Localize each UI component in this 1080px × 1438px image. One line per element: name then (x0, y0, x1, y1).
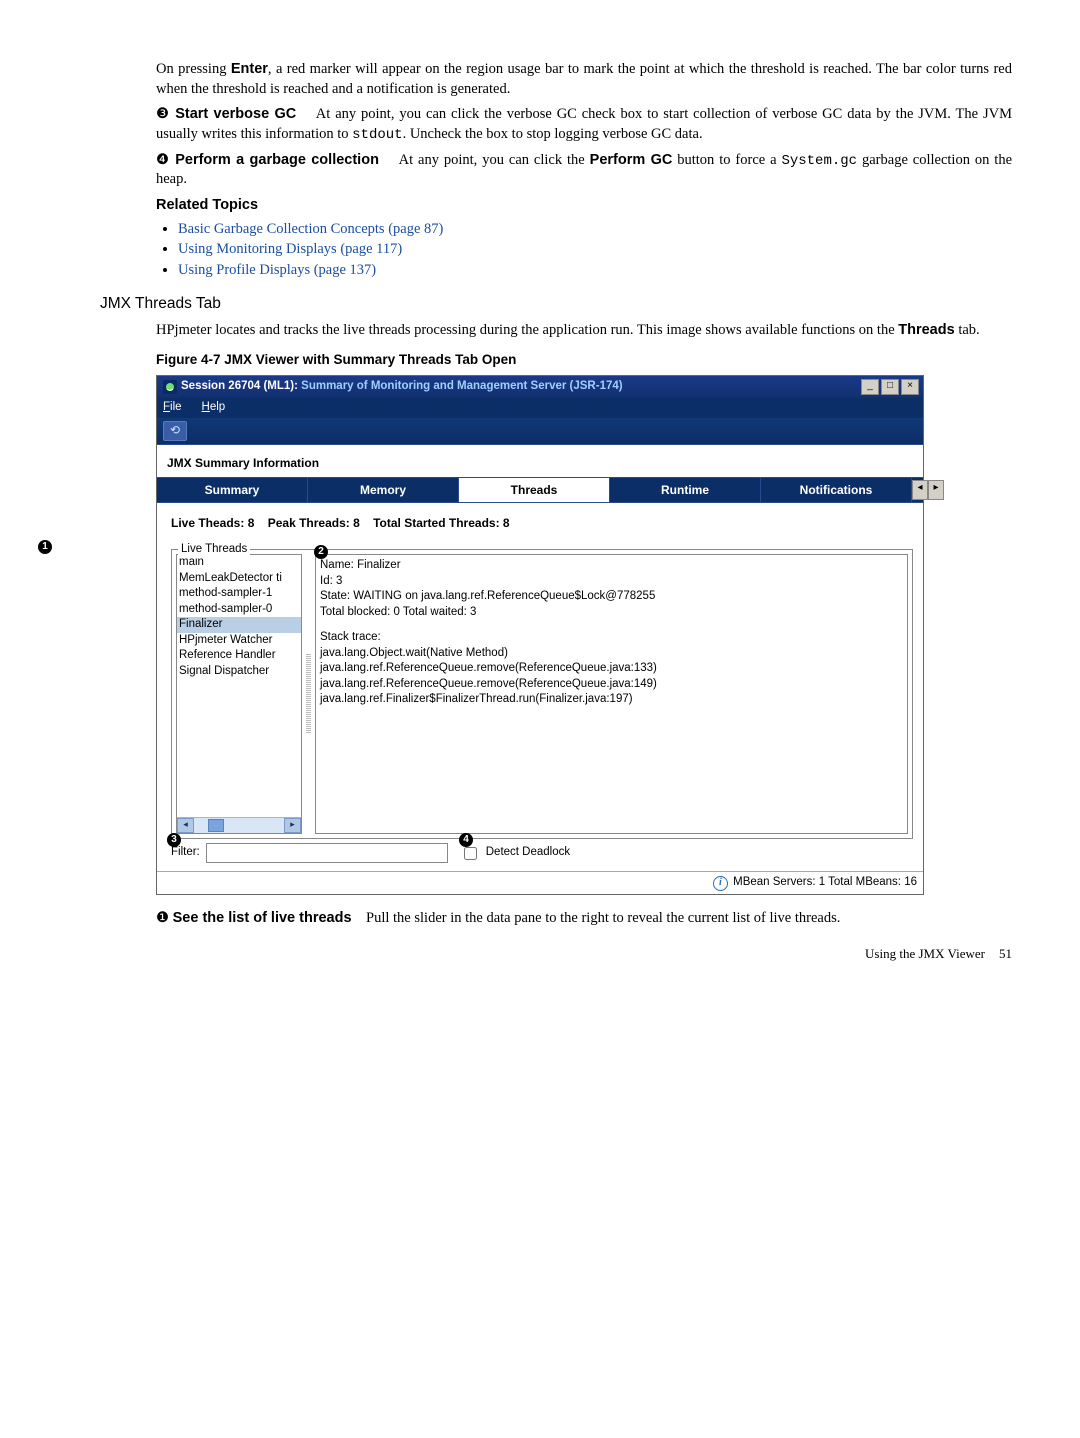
splitter-handle[interactable] (306, 654, 311, 734)
tab-threads[interactable]: Threads (459, 478, 610, 502)
tab-memory[interactable]: Memory (308, 478, 459, 502)
tab-runtime[interactable]: Runtime (610, 478, 761, 502)
heading-jmx-threads-tab: JMX Threads Tab (100, 294, 1012, 315)
thread-item[interactable]: HPjmeter Watcher (177, 633, 301, 649)
para-see-list: ❶ See the list of live threads Pull the … (156, 909, 1012, 929)
link-monitoring-displays[interactable]: Using Monitoring Displays (page 117) (178, 241, 402, 257)
app-icon (163, 380, 177, 394)
para-perform-gc: ❹ Perform a garbage collection At any po… (156, 151, 1012, 190)
window-close-button[interactable]: × (901, 379, 919, 395)
info-icon: i (713, 876, 728, 891)
detail-stack-label: Stack trace: (320, 630, 903, 646)
jmx-viewer-window: Session 26704 (ML1): Summary of Monitori… (156, 375, 924, 895)
statusbar: i MBean Servers: 1 Total MBeans: 16 (157, 871, 923, 894)
stack-line: java.lang.ref.ReferenceQueue.remove(Refe… (320, 661, 903, 677)
menu-file[interactable]: File (163, 400, 182, 416)
thread-item[interactable]: Signal Dispatcher (177, 664, 301, 680)
marker-1-icon: ❶ (156, 910, 169, 926)
window-title: Session 26704 (ML1): Summary of Monitori… (181, 379, 861, 395)
detect-deadlock-checkbox[interactable] (464, 847, 477, 860)
detect-deadlock-label: Detect Deadlock (486, 845, 570, 861)
filter-label: Filter: (171, 845, 200, 861)
detail-state: State: WAITING on java.lang.ref.Referenc… (320, 589, 903, 605)
link-profile-displays[interactable]: Using Profile Displays (page 137) (178, 262, 376, 278)
tab-notifications[interactable]: Notifications (761, 478, 912, 502)
filter-row: 3 4 Filter: Detect Deadlock (171, 843, 913, 863)
figure-caption: Figure 4-7 JMX Viewer with Summary Threa… (156, 351, 1012, 369)
menu-help[interactable]: Help (202, 400, 226, 416)
para-enter: On pressing Enter, a red marker will app… (156, 60, 1012, 99)
para-jmx-threads: HPjmeter locates and tracks the live thr… (156, 321, 1012, 341)
toolbar: ⟲ (157, 418, 923, 445)
related-topics-heading: Related Topics (156, 196, 1012, 216)
scroll-left-icon[interactable]: ◂ (177, 818, 194, 833)
stack-line: java.lang.ref.Finalizer$FinalizerThread.… (320, 692, 903, 708)
back-button[interactable]: ⟲ (163, 421, 187, 441)
section-title: JMX Summary Information (157, 445, 923, 477)
thread-detail-panel: 2 Name: Finalizer Id: 3 State: WAITING o… (315, 554, 908, 834)
detail-name: Name: Finalizer (320, 558, 903, 574)
detail-id: Id: 3 (320, 574, 903, 590)
live-threads-panel: Live Threads 1 main MemLeakDetector ti m… (171, 549, 913, 839)
callout-4-icon: 4 (459, 833, 473, 847)
menubar: File Help (157, 398, 923, 418)
filter-input[interactable] (206, 843, 448, 863)
page-footer: Using the JMX Viewer51 (68, 945, 1012, 963)
tab-summary[interactable]: Summary (157, 478, 308, 502)
tab-scroll-right[interactable]: ▸ (928, 480, 944, 500)
thread-item-selected[interactable]: Finalizer (177, 617, 301, 633)
window-titlebar: Session 26704 (ML1): Summary of Monitori… (157, 376, 923, 398)
thread-item[interactable]: method-sampler-0 (177, 602, 301, 618)
window-minimize-button[interactable]: _ (861, 379, 879, 395)
tab-row: Summary Memory Threads Runtime Notificat… (157, 477, 923, 503)
scroll-right-icon[interactable]: ▸ (284, 818, 301, 833)
para-start-verbose-gc: ❸ Start verbose GC At any point, you can… (156, 105, 1012, 144)
marker-4-icon: ❹ (156, 152, 170, 168)
stack-line: java.lang.Object.wait(Native Method) (320, 646, 903, 662)
thread-list[interactable]: main MemLeakDetector ti method-sampler-1… (176, 554, 302, 834)
thread-stats: Live Theads: 8 Peak Threads: 8 Total Sta… (171, 515, 913, 531)
marker-3-icon: ❸ (156, 106, 170, 122)
scroll-thumb[interactable] (208, 819, 224, 832)
callout-1-icon: 1 (38, 540, 52, 554)
tab-scroll-left[interactable]: ◂ (912, 480, 928, 500)
link-gc-concepts[interactable]: Basic Garbage Collection Concepts (page … (178, 221, 443, 237)
callout-2-icon: 2 (314, 545, 328, 559)
thread-item[interactable]: method-sampler-1 (177, 586, 301, 602)
window-maximize-button[interactable]: □ (881, 379, 899, 395)
live-threads-legend: Live Threads (178, 542, 250, 558)
callout-3-icon: 3 (167, 833, 181, 847)
related-topics-list: Basic Garbage Collection Concepts (page … (68, 220, 1012, 281)
thread-item[interactable]: MemLeakDetector ti (177, 571, 301, 587)
detail-blocked: Total blocked: 0 Total waited: 3 (320, 605, 903, 621)
thread-list-scrollbar[interactable]: ◂ ▸ (177, 817, 301, 833)
stack-line: java.lang.ref.ReferenceQueue.remove(Refe… (320, 677, 903, 693)
thread-item[interactable]: Reference Handler (177, 648, 301, 664)
